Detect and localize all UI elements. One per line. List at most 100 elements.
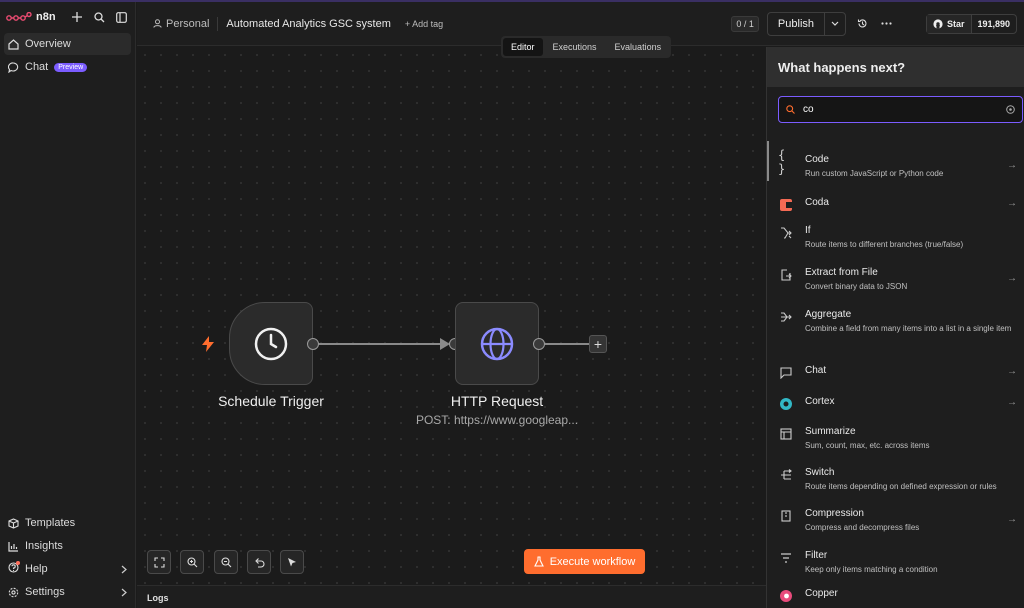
tab-executions[interactable]: Executions [545, 38, 605, 56]
result-item-extract-from-file[interactable]: Extract from File Convert binary data to … [767, 261, 1024, 303]
cursor-icon [288, 558, 296, 567]
chevron-right-icon [121, 588, 127, 596]
result-item-summarize[interactable]: Summarize Sum, count, max, etc. across it… [767, 419, 1024, 461]
aggregate-icon [778, 309, 794, 325]
chat-icon [8, 61, 19, 73]
preview-badge: Preview [54, 62, 88, 72]
sidebar-item-label: Overview [25, 38, 71, 50]
sidebar-item-templates[interactable]: Templates [0, 512, 135, 534]
undo-button[interactable] [247, 550, 271, 574]
sidebar-item-label: Templates [25, 517, 76, 529]
result-desc: Route items to different branches (true/… [805, 240, 964, 249]
result-item-chat[interactable]: Chat → [767, 357, 1024, 389]
project-breadcrumb[interactable]: Personal [153, 18, 209, 30]
result-title: Filter [805, 550, 828, 561]
file-export-icon [778, 267, 794, 283]
arrow-right-icon: → [1007, 514, 1017, 525]
result-item-coda[interactable]: Coda → [767, 189, 1024, 219]
branch-icon [778, 225, 794, 241]
chat-bubble-icon [778, 365, 794, 381]
sidebar-item-overview[interactable]: Overview [4, 33, 131, 55]
tab-editor[interactable]: Editor [503, 38, 543, 56]
logs-label: Logs [147, 593, 169, 603]
zoom-in-button[interactable] [180, 550, 204, 574]
trigger-output-port[interactable] [307, 338, 319, 350]
tidy-up-button[interactable] [280, 550, 304, 574]
node-search-input[interactable]: co [778, 96, 1023, 123]
search-icon[interactable] [91, 9, 107, 25]
result-item-aggregate[interactable]: Aggregate Combine a field from many items… [767, 303, 1024, 357]
result-title: Copper [805, 588, 838, 599]
user-icon [153, 19, 162, 28]
publish-options-button[interactable] [825, 13, 845, 35]
result-title: Extract from File [805, 267, 878, 278]
http-request-label: HTTP Request [450, 393, 544, 409]
chevron-down-icon [831, 21, 839, 26]
schedule-trigger-label: Schedule Trigger [218, 393, 324, 409]
sidebar-item-label: Settings [25, 586, 65, 598]
history-icon[interactable] [854, 16, 870, 32]
sidebar-header: n8n [0, 2, 135, 32]
result-item-switch[interactable]: Switch Route items depending on defined e… [767, 461, 1024, 503]
box-icon [8, 517, 19, 529]
workflow-name[interactable]: Automated Analytics GSC system [226, 18, 390, 30]
sidebar-item-help[interactable]: Help [0, 558, 135, 580]
http-request-node[interactable] [455, 302, 539, 385]
result-item-code[interactable]: { } Code Run custom JavaScript or Python … [767, 141, 1024, 189]
logs-bar[interactable]: Logs [137, 585, 766, 608]
result-desc: Compress and decompress files [805, 523, 920, 532]
result-title: Chat [805, 365, 827, 376]
execute-workflow-button[interactable]: Execute workflow [524, 549, 645, 574]
arrow-right-icon: → [1007, 160, 1017, 171]
result-item-copper[interactable]: Copper [767, 583, 1024, 607]
zoom-out-button[interactable] [214, 550, 238, 574]
github-star-button[interactable]: Star 191,890 [926, 13, 1018, 34]
publish-button[interactable]: Publish [768, 12, 825, 35]
compress-icon [778, 508, 794, 524]
node-creator-panel: What happens next? co { } Code Run custom… [766, 47, 1024, 608]
sidebar-toggle-icon[interactable] [113, 9, 129, 25]
version-counter: 0 / 1 [731, 15, 759, 32]
result-item-compression[interactable]: Compression Compress and decompress files… [767, 503, 1024, 545]
n8n-logo[interactable]: n8n [6, 11, 56, 23]
add-connection-line [545, 343, 589, 345]
github-star-count: 191,890 [977, 18, 1011, 29]
result-title: Switch [805, 467, 835, 478]
zoom-in-icon [186, 556, 197, 567]
result-desc: Route items depending on defined express… [805, 482, 997, 491]
chart-icon [8, 541, 18, 552]
view-tabs: Editor Executions Evaluations [501, 36, 672, 58]
sidebar-item-settings[interactable]: Settings [0, 581, 135, 603]
tab-evaluations[interactable]: Evaluations [607, 38, 670, 56]
sidebar-item-chat[interactable]: Chat Preview [0, 56, 135, 78]
connection-line[interactable] [319, 343, 442, 345]
add-tag-link[interactable]: + Add tag [405, 19, 443, 29]
search-value: co [803, 104, 814, 115]
add-icon[interactable] [69, 9, 85, 25]
schedule-trigger-node[interactable] [229, 302, 313, 385]
zoom-out-icon [220, 556, 231, 567]
arrow-right-icon: → [1007, 366, 1017, 377]
fit-view-button[interactable] [147, 550, 171, 574]
result-title: Summarize [805, 426, 856, 437]
sidebar-item-label: Chat [25, 61, 49, 73]
sidebar-item-insights[interactable]: Insights [0, 535, 135, 557]
result-item-filter[interactable]: Filter Keep only items matching a conditi… [767, 545, 1024, 583]
code-icon: { } [778, 148, 786, 176]
result-title: Compression [805, 508, 864, 519]
http-output-port[interactable] [533, 338, 545, 350]
result-item-cortex[interactable]: Cortex → [767, 389, 1024, 419]
coda-icon [778, 197, 794, 213]
http-request-subtitle: POST: https://www.googleap... [415, 413, 579, 427]
more-options-icon[interactable] [878, 16, 894, 32]
workflow-canvas[interactable] [137, 47, 766, 585]
result-desc: Combine a field from many items into a l… [805, 324, 1012, 333]
help-icon [8, 561, 20, 576]
panel-title: What happens next? [767, 47, 1024, 87]
result-item-if[interactable]: If Route items to different branches (tru… [767, 219, 1024, 261]
clear-search-icon[interactable] [1006, 105, 1015, 114]
result-title: If [805, 225, 811, 236]
publish-button-group: Publish [766, 11, 846, 36]
add-node-button[interactable]: + [589, 335, 607, 353]
result-desc: Convert binary data to JSON [805, 282, 908, 291]
